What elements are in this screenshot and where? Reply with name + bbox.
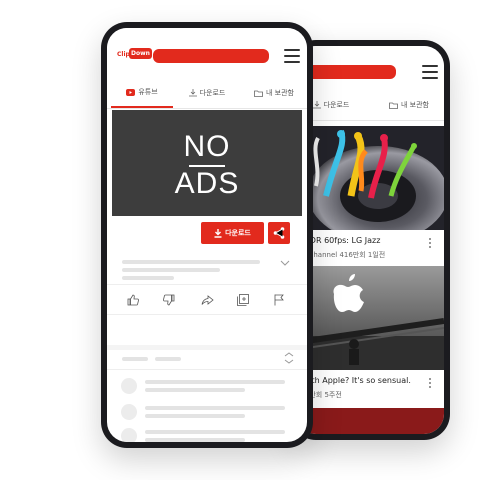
video-thumbnail-speaker[interactable] [296,126,444,230]
divider [107,284,307,285]
dislike-icon[interactable] [163,294,175,306]
comment-placeholder-line [145,388,245,392]
meta-placeholder-line [122,276,174,280]
youtube-icon [126,88,136,96]
comments-header-placeholder [122,357,148,361]
add-playlist-icon[interactable] [237,294,249,306]
back-phone: 다운로드 내 보관함 K HDR 60fps: LG Jazz DR Chann… [290,40,450,440]
video-thumbnail-3[interactable] [296,408,444,434]
chevron-down-icon[interactable] [280,260,290,266]
video-player[interactable]: NO ADS [112,110,302,216]
comment-avatar [121,378,137,394]
share-button[interactable] [268,222,290,244]
title-placeholder-line [122,268,220,272]
folder-icon [254,90,263,97]
divider [107,369,307,370]
comment-placeholder-line [145,414,245,418]
front-phone: Clip Down 유튜브 다운로드 내 보관함 NO ADS 다운로드 [101,22,313,448]
back-tab-bar: 다운로드 내 보관함 [296,90,444,121]
tab-library[interactable]: 내 보관함 [241,78,307,108]
back-menu-icon[interactable] [422,65,438,79]
divider [107,314,307,315]
front-phone-screen: Clip Down 유튜브 다운로드 내 보관함 NO ADS 다운로드 [107,28,307,442]
download-arrow-icon [214,228,222,238]
tab-download-label: 다운로드 [199,89,226,97]
title-placeholder-line [122,260,260,264]
back-phone-screen: 다운로드 내 보관함 K HDR 60fps: LG Jazz DR Chann… [296,46,444,434]
comments-header-placeholder [155,357,181,361]
back-tab-library[interactable]: 내 보관함 [374,90,444,120]
menu-icon[interactable] [284,49,300,63]
video-thumbnail-apple[interactable] [296,266,444,370]
logo-down: Down [129,48,152,59]
download-button[interactable]: 다운로드 [201,222,264,244]
apple-store-image [296,266,444,370]
back-top-bar [296,46,444,90]
tab-download[interactable]: 다운로드 [175,78,239,108]
share-icon [273,227,285,239]
download-icon [188,89,197,97]
folder-icon [389,102,398,109]
tab-youtube-label: 유튜브 [138,88,158,96]
share-arrow-icon[interactable] [201,294,214,306]
no-ads-line2: ADS [174,167,240,200]
tab-bar: 유튜브 다운로드 내 보관함 [107,78,307,109]
comment-avatar [121,404,137,420]
search-bar[interactable] [153,49,269,63]
logo-clip: Clip [117,51,130,58]
tab-library-label: 내 보관함 [266,89,294,97]
video-title-2[interactable]: s with Apple? It's so sensual. [296,376,411,385]
back-tab-download-label: 다운로드 [323,101,350,109]
comment-avatar [121,428,137,442]
tab-youtube[interactable]: 유튜브 [111,78,173,108]
download-button-label: 다운로드 [225,229,251,237]
video-options-icon-2[interactable] [429,378,432,390]
comment-placeholder-line [145,430,285,434]
comment-placeholder-line [145,406,285,410]
comment-placeholder-line [145,438,245,442]
video-options-icon-1[interactable] [429,238,432,250]
section-gap [107,345,307,350]
clipdown-logo[interactable]: Clip Down [117,48,152,64]
no-ads-line1: NO [183,130,231,163]
sort-toggle-icon[interactable] [284,352,294,364]
back-tab-library-label: 내 보관함 [401,101,429,109]
comment-placeholder-line [145,380,285,384]
speaker-splash-image [296,126,444,230]
front-top-bar: Clip Down [107,28,307,72]
flag-icon[interactable] [274,294,285,306]
download-icon [312,101,321,109]
like-icon[interactable] [127,294,139,306]
